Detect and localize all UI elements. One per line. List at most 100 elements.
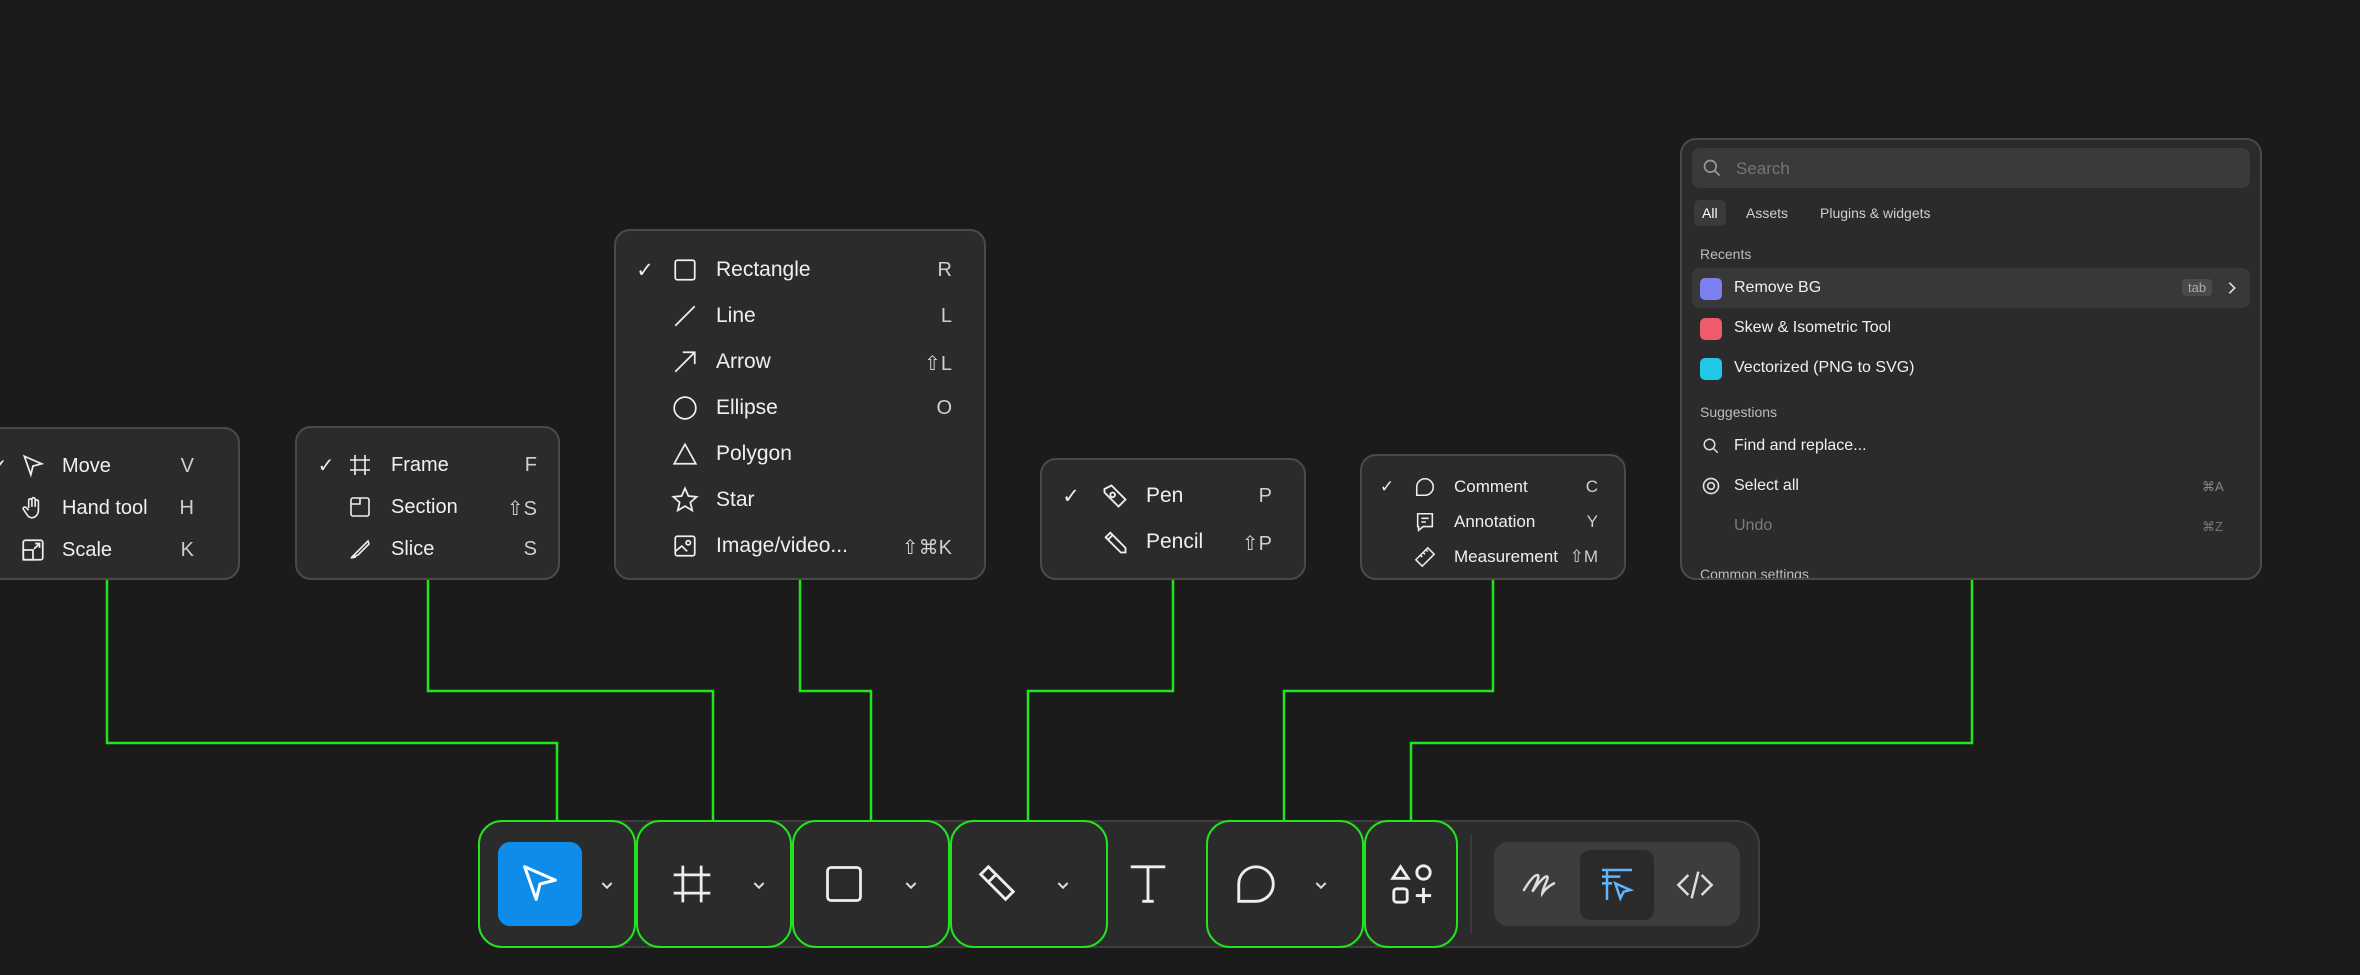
recent-item-remove-bg[interactable]: Remove BG tab <box>1692 268 2250 308</box>
menu-item-star[interactable]: Star <box>628 480 755 520</box>
suggestion-find-replace[interactable]: Find and replace... <box>1692 426 2250 466</box>
frame-tool-menu: ✓ Frame F Section ⇧S Slice S <box>295 426 560 580</box>
annotation-icon <box>1408 511 1442 533</box>
recents-heading: Recents <box>1700 246 1752 262</box>
rectangle-icon <box>822 862 866 906</box>
chevron-down-icon <box>1055 877 1071 893</box>
suggestions-heading: Suggestions <box>1700 404 1778 420</box>
move-cursor-icon <box>517 861 563 907</box>
pen-tool-dropdown[interactable] <box>1048 870 1078 900</box>
chevron-down-icon <box>903 877 919 893</box>
menu-item-comment[interactable]: ✓ Comment <box>1370 470 1528 504</box>
frame-icon <box>343 453 377 477</box>
pencil-icon <box>1098 528 1132 556</box>
polygon-icon <box>668 441 702 467</box>
search-icon <box>1702 437 1720 455</box>
pen-tool-menu: ✓ Pen P Pencil ⇧P <box>1040 458 1306 580</box>
menu-item-section[interactable]: Section <box>309 488 458 526</box>
recent-item-vectorized[interactable]: Vectorized (PNG to SVG) <box>1692 348 2250 388</box>
shape-tool-button[interactable] <box>802 842 886 926</box>
frame-tool-dropdown[interactable] <box>744 870 774 900</box>
pen-tool-button[interactable] <box>954 842 1038 926</box>
move-tool-dropdown[interactable] <box>592 870 622 900</box>
menu-item-frame[interactable]: ✓ Frame <box>309 446 449 484</box>
shape-tool-dropdown[interactable] <box>896 870 926 900</box>
shape-tool-menu: ✓ Rectangle R Line L Arrow ⇧L Ellipse O … <box>614 229 986 580</box>
common-settings-heading: Common settings <box>1700 566 1809 580</box>
menu-item-line[interactable]: Line <box>628 296 756 336</box>
hand-icon <box>16 495 50 521</box>
search-icon <box>1702 158 1722 178</box>
check-icon: ✓ <box>1062 484 1080 508</box>
text-icon <box>1125 861 1171 907</box>
tab-badge: tab <box>2182 279 2213 296</box>
comment-icon <box>1233 861 1279 907</box>
recent-item-skew-isometric[interactable]: Skew & Isometric Tool <box>1692 308 2250 348</box>
move-tool-menu: ✓ Move V Hand tool H Scale K <box>0 427 240 580</box>
comment-icon <box>1408 476 1442 498</box>
actions-tool-button[interactable] <box>1370 842 1454 926</box>
plugin-icon <box>1700 358 1722 380</box>
text-tool-button[interactable] <box>1106 842 1190 926</box>
ellipse-icon <box>668 395 702 421</box>
move-tool-button[interactable] <box>498 842 582 926</box>
tab-assets[interactable]: Assets <box>1746 205 1788 221</box>
check-icon: ✓ <box>0 454 16 479</box>
move-cursor-icon <box>16 453 50 479</box>
menu-item-slice[interactable]: Slice <box>309 530 434 568</box>
search-input[interactable] <box>1734 156 2238 182</box>
suggestion-undo[interactable]: Undo ⌘Z <box>1692 506 2250 546</box>
draw-icon <box>1519 865 1559 905</box>
comment-tool-dropdown[interactable] <box>1306 870 1336 900</box>
chevron-down-icon <box>751 877 767 893</box>
menu-item-move[interactable]: ✓ Move <box>0 447 111 485</box>
comment-tool-menu: ✓ Comment C Annotation Y Measurement ⇧M <box>1360 454 1626 580</box>
actions-icon <box>1389 861 1435 907</box>
scale-icon <box>16 537 50 563</box>
dev-mode-icon <box>1675 865 1715 905</box>
check-icon: ✓ <box>317 454 335 477</box>
menu-item-image-video[interactable]: Image/video... <box>628 526 848 566</box>
menu-item-polygon[interactable]: Polygon <box>628 434 792 474</box>
check-icon: ✓ <box>1379 477 1395 496</box>
measurement-icon <box>1408 546 1442 568</box>
rectangle-icon <box>668 257 702 283</box>
slice-icon <box>343 537 377 561</box>
arrow-icon <box>668 349 702 375</box>
menu-item-pencil[interactable]: Pencil <box>1054 522 1203 562</box>
tab-plugins-widgets[interactable]: Plugins & widgets <box>1820 205 1931 221</box>
toolbar-divider <box>1470 835 1472 933</box>
dev-mode-button[interactable] <box>1660 850 1730 920</box>
chevron-down-icon <box>599 877 615 893</box>
menu-item-hand-tool[interactable]: Hand tool <box>0 489 148 527</box>
frame-tool-button[interactable] <box>650 842 734 926</box>
chevron-down-icon <box>1313 877 1329 893</box>
menu-item-rectangle[interactable]: ✓ Rectangle <box>628 250 810 290</box>
section-icon <box>343 495 377 519</box>
tab-all[interactable]: All <box>1694 200 1726 226</box>
frame-icon <box>670 862 714 906</box>
comment-tool-button[interactable] <box>1214 842 1298 926</box>
design-icon <box>1597 865 1637 905</box>
suggestion-select-all[interactable]: Select all ⌘A <box>1692 466 2250 506</box>
image-icon <box>668 533 702 559</box>
chevron-right-icon <box>2224 280 2240 296</box>
check-icon: ✓ <box>636 258 654 282</box>
search-field[interactable] <box>1692 148 2250 188</box>
pen-icon <box>1098 482 1132 510</box>
line-icon <box>668 303 702 329</box>
actions-panel: All Assets Plugins & widgets Recents Rem… <box>1680 138 2262 580</box>
draw-mode-button[interactable] <box>1504 850 1574 920</box>
pen-icon <box>973 861 1019 907</box>
plugin-icon <box>1700 318 1722 340</box>
design-mode-button[interactable] <box>1582 850 1652 920</box>
menu-item-annotation[interactable]: Annotation <box>1370 505 1535 539</box>
plugin-icon <box>1700 278 1722 300</box>
menu-item-ellipse[interactable]: Ellipse <box>628 388 778 428</box>
menu-item-pen[interactable]: ✓ Pen <box>1054 476 1183 516</box>
menu-item-measurement[interactable]: Measurement <box>1370 540 1558 574</box>
star-icon <box>668 486 702 514</box>
select-all-icon <box>1701 476 1721 496</box>
menu-item-scale[interactable]: Scale <box>0 531 112 569</box>
menu-item-arrow[interactable]: Arrow <box>628 342 771 382</box>
